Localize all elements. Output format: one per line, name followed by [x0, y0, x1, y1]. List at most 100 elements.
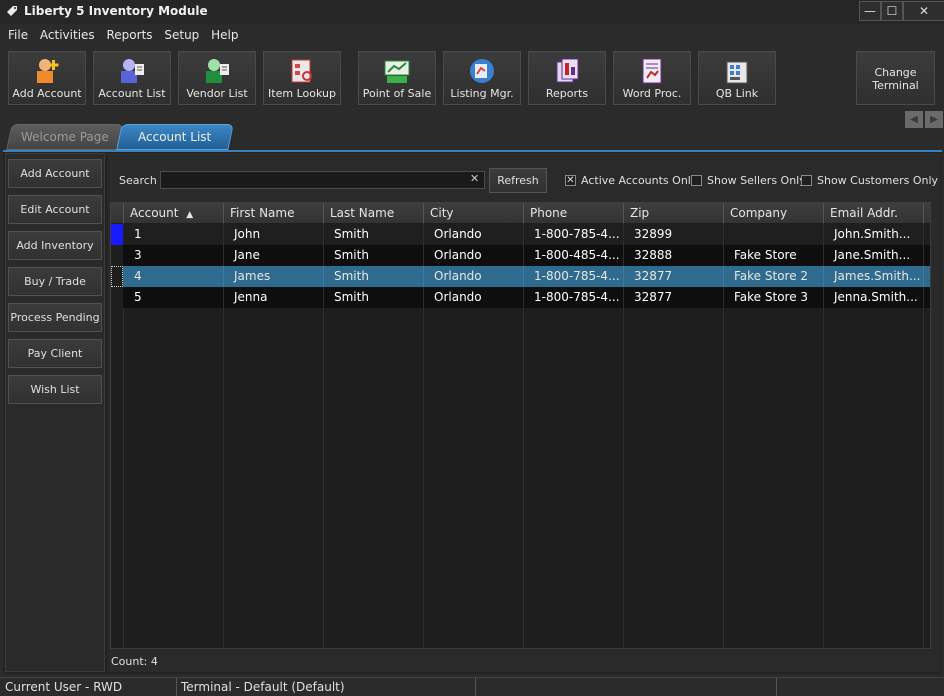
- process-pending-button[interactable]: Process Pending: [8, 303, 102, 332]
- cell-last-name: Smith: [324, 224, 424, 245]
- sort-ascending-icon: ▲: [186, 210, 194, 220]
- toolbar-point-of-sale-button[interactable]: Point of Sale: [358, 51, 436, 105]
- cell-email: Jane.Smith...: [824, 245, 924, 266]
- minimize-button[interactable]: —: [859, 1, 881, 21]
- cell-account: 3: [124, 245, 224, 266]
- row-selector[interactable]: [111, 266, 123, 287]
- close-button[interactable]: ✕: [903, 1, 944, 21]
- cell-account: 1: [124, 224, 224, 245]
- pay-client-button[interactable]: Pay Client: [8, 339, 102, 368]
- cell-last-name: Smith: [324, 245, 424, 266]
- tag-icon: [7, 6, 17, 16]
- add-account-button[interactable]: Add Account: [8, 159, 102, 188]
- add-account-icon: [37, 59, 59, 83]
- word-processor-icon: [642, 58, 662, 84]
- tab-scroll-left-icon[interactable]: ◀: [905, 111, 923, 128]
- toolbar-label: Vendor List: [186, 87, 248, 100]
- column-header-email[interactable]: Email Addr.: [824, 203, 924, 223]
- table-row[interactable]: 3 Jane Smith Orlando 1-800-485-4... 32888 Fake…: [111, 245, 930, 266]
- change-terminal-label-line2: Terminal: [872, 79, 919, 92]
- column-header-account[interactable]: Account ▲: [124, 203, 224, 223]
- search-input[interactable]: [160, 171, 485, 189]
- sellers-only-checkbox[interactable]: [691, 175, 702, 186]
- column-header-first-name[interactable]: First Name: [224, 203, 324, 223]
- wish-list-button[interactable]: Wish List: [8, 375, 102, 404]
- toolbar-listing-manager-button[interactable]: Listing Mgr.: [443, 51, 521, 105]
- menu-file[interactable]: File: [4, 26, 32, 44]
- toolbar-item-lookup-button[interactable]: Item Lookup: [263, 51, 341, 105]
- toolbar-label: Word Proc.: [622, 87, 682, 100]
- toolbar-vendor-list-button[interactable]: Vendor List: [178, 51, 256, 105]
- menu-reports[interactable]: Reports: [103, 26, 157, 44]
- cell-company: Fake Store 3: [724, 287, 824, 308]
- clear-search-icon[interactable]: ✕: [470, 172, 479, 185]
- add-inventory-button[interactable]: Add Inventory: [8, 231, 102, 260]
- active-accounts-checkbox[interactable]: ✕: [565, 175, 576, 186]
- cell-email: James.Smith...: [824, 266, 924, 287]
- table-row[interactable]: 1 John Smith Orlando 1-800-785-4... 32899 John…: [111, 224, 930, 245]
- column-header-company[interactable]: Company: [724, 203, 824, 223]
- column-header-phone[interactable]: Phone: [524, 203, 624, 223]
- tab-scroll-right-icon[interactable]: ▶: [925, 111, 943, 128]
- change-terminal-label-line1: Change: [874, 66, 917, 79]
- cell-city: Orlando: [424, 266, 524, 287]
- column-label: Account: [130, 206, 179, 220]
- grid-header: Account ▲ First Name Last Name City Phon…: [111, 203, 930, 223]
- table-row[interactable]: 4 James Smith Orlando 1-800-785-4... 32877 Fak…: [111, 266, 930, 287]
- toolbar-qb-link-button[interactable]: QB Link: [698, 51, 776, 105]
- row-header-corner: [111, 203, 124, 223]
- row-selector[interactable]: [111, 287, 123, 308]
- toolbar-word-processor-button[interactable]: Word Proc.: [613, 51, 691, 105]
- cell-city: Orlando: [424, 224, 524, 245]
- refresh-button[interactable]: Refresh: [489, 168, 547, 193]
- tab-account-list[interactable]: Account List: [116, 124, 234, 150]
- cell-zip: 32899: [624, 224, 724, 245]
- cell-account: 5: [124, 287, 224, 308]
- edit-account-button[interactable]: Edit Account: [8, 195, 102, 224]
- cell-first-name: James: [224, 266, 324, 287]
- toolbar-label: Item Lookup: [268, 87, 336, 100]
- record-count: Count: 4: [111, 655, 158, 668]
- cell-city: Orlando: [424, 245, 524, 266]
- toolbar-label: Reports: [545, 87, 589, 100]
- cell-company: Fake Store: [724, 245, 824, 266]
- tab-welcome-page[interactable]: Welcome Page: [6, 124, 124, 150]
- search-label: Search: [119, 174, 157, 187]
- column-header-last-name[interactable]: Last Name: [324, 203, 424, 223]
- cell-phone: 1-800-785-4...: [524, 224, 624, 245]
- cell-phone: 1-800-785-4...: [524, 287, 624, 308]
- vendor-list-icon: [206, 59, 229, 83]
- toolbar-account-list-button[interactable]: Account List: [93, 51, 171, 105]
- customers-only-checkbox[interactable]: [801, 175, 812, 186]
- window-title: Liberty 5 Inventory Module: [24, 4, 208, 18]
- menu-activities[interactable]: Activities: [36, 26, 99, 44]
- row-selector[interactable]: [111, 245, 123, 266]
- change-terminal-button[interactable]: Change Terminal: [856, 51, 935, 105]
- toolbar-label: Add Account: [12, 87, 82, 100]
- toolbar-add-account-button[interactable]: Add Account: [8, 51, 86, 105]
- status-bar: Current User - RWD Terminal - Default (D…: [0, 677, 944, 696]
- account-list-icon: [121, 59, 144, 83]
- toolbar-label: Point of Sale: [362, 87, 432, 100]
- table-row[interactable]: 5 Jenna Smith Orlando 1-800-785-4... 32877 Fak…: [111, 287, 930, 308]
- cell-phone: 1-800-485-4...: [524, 245, 624, 266]
- menu-bar: File Activities Reports Setup Help: [4, 26, 242, 46]
- toolbar-reports-button[interactable]: Reports: [528, 51, 606, 105]
- column-header-zip[interactable]: Zip: [624, 203, 724, 223]
- toolbar-label: QB Link: [715, 87, 759, 100]
- status-divider: [176, 678, 177, 696]
- terminal-status: Terminal - Default (Default): [181, 680, 345, 694]
- toolbar-label: Account List: [98, 87, 166, 100]
- menu-help[interactable]: Help: [207, 26, 242, 44]
- cell-email: John.Smith...: [824, 224, 924, 245]
- menu-setup[interactable]: Setup: [160, 26, 203, 44]
- tab-label: Account List: [138, 130, 212, 144]
- listing-manager-icon: [470, 59, 494, 83]
- maximize-button[interactable]: ☐: [881, 1, 903, 21]
- row-selector[interactable]: [111, 224, 123, 245]
- title-bar: Liberty 5 Inventory Module — ☐ ✕: [0, 0, 944, 24]
- cell-company: Fake Store 2: [724, 266, 824, 287]
- buy-trade-button[interactable]: Buy / Trade: [8, 267, 102, 296]
- column-header-city[interactable]: City: [424, 203, 524, 223]
- cell-last-name: Smith: [324, 287, 424, 308]
